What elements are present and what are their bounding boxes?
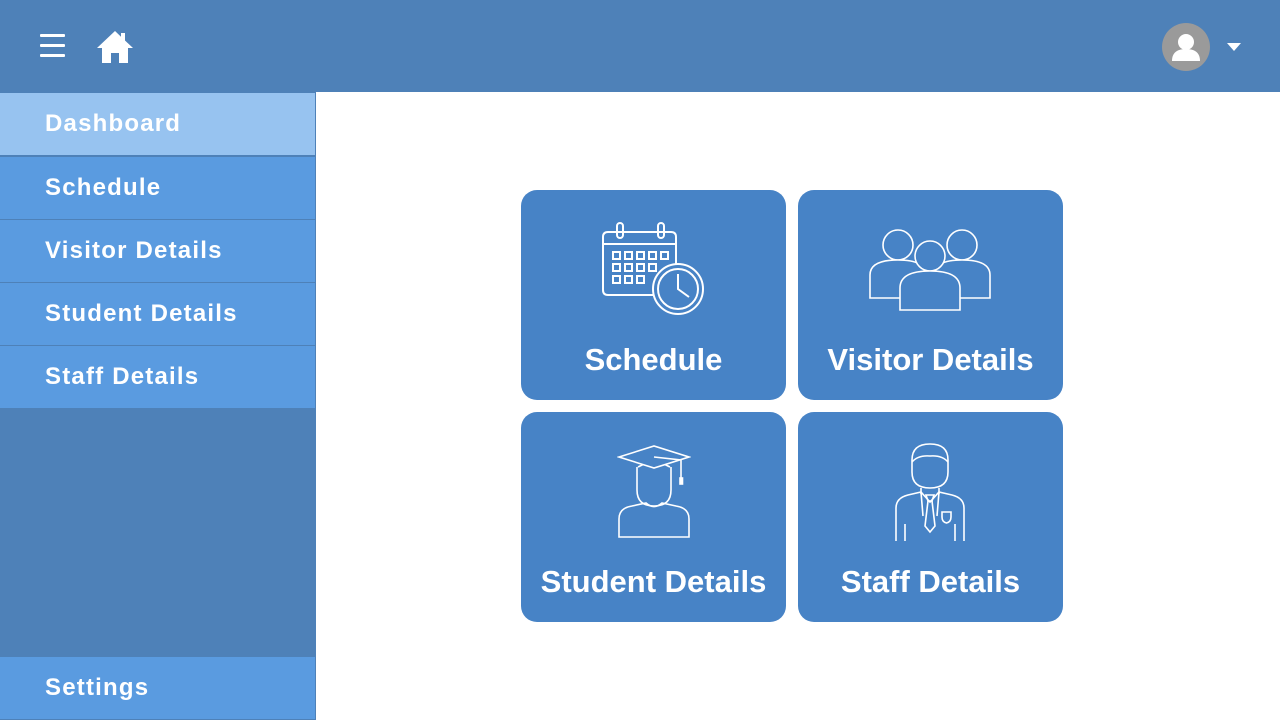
- sidebar-item-visitor-details[interactable]: Visitor Details: [0, 220, 315, 282]
- sidebar-item-student-details[interactable]: Student Details: [0, 283, 315, 345]
- tile-label: Student Details: [540, 564, 767, 599]
- menu-line: [40, 34, 65, 37]
- tile-label: Visitor Details: [827, 342, 1034, 377]
- sidebar-item-settings[interactable]: Settings: [0, 657, 315, 719]
- sidebar-item-dashboard[interactable]: Dashboard: [0, 93, 315, 155]
- tile-label: Schedule: [584, 342, 723, 377]
- visitor-details-tile[interactable]: Visitor Details: [798, 190, 1063, 400]
- calendar-clock-icon: [602, 222, 704, 315]
- caret-down-icon[interactable]: [1224, 38, 1244, 56]
- graduate-icon: [617, 445, 691, 538]
- staff-icon: [895, 443, 965, 541]
- menu-line: [40, 44, 65, 47]
- schedule-tile[interactable]: Schedule: [521, 190, 786, 400]
- top-bar: [0, 0, 1280, 92]
- staff-details-tile[interactable]: Staff Details: [798, 412, 1063, 622]
- home-icon[interactable]: [96, 29, 134, 65]
- student-details-tile[interactable]: Student Details: [521, 412, 786, 622]
- group-icon: [869, 229, 991, 311]
- user-avatar-icon[interactable]: [1162, 23, 1210, 71]
- hamburger-menu-icon[interactable]: [38, 33, 68, 59]
- menu-line: [40, 54, 65, 57]
- sidebar-item-staff-details[interactable]: Staff Details: [0, 346, 315, 408]
- tile-label: Staff Details: [840, 564, 1021, 599]
- sidebar-item-schedule[interactable]: Schedule: [0, 157, 315, 219]
